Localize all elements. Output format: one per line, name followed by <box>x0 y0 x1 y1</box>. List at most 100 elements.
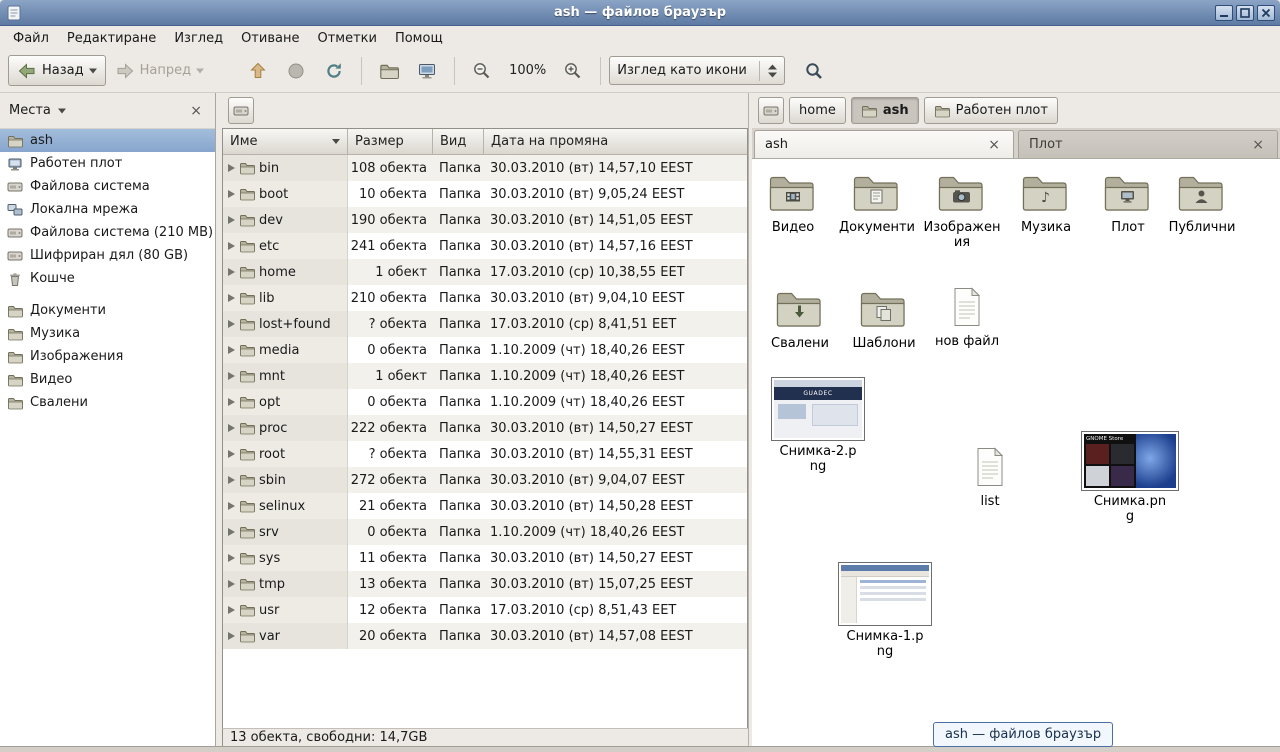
tree-row[interactable]: lib210 обектаПапка30.03.2010 (вт) 9,04,1… <box>223 285 747 311</box>
file-icon-item[interactable]: Снимка-1.png <box>843 562 927 660</box>
file-icon-item[interactable]: Изображения <box>920 171 1004 251</box>
file-icon-item[interactable]: GNOME StoreСнимка.png <box>1088 431 1172 525</box>
breadcrumb-root-button[interactable] <box>758 97 784 124</box>
menu-edit[interactable]: Редактиране <box>58 29 165 48</box>
tree-row[interactable]: srv0 обектаПапка1.10.2009 (чт) 18,40,26 … <box>223 519 747 545</box>
sidebar-item[interactable]: ash <box>0 129 215 152</box>
titlebar[interactable]: ash — файлов браузър <box>0 0 1280 26</box>
zoom-in-button[interactable] <box>554 55 592 86</box>
expander-icon[interactable] <box>228 502 235 510</box>
sidebar-close-button[interactable]: × <box>186 103 206 119</box>
column-header-modified[interactable]: Дата на промяна <box>484 129 747 155</box>
sidebar-item[interactable]: Работен плот <box>0 152 215 175</box>
sidebar-item[interactable]: Файлова система (210 MB) <box>0 221 215 244</box>
expander-icon[interactable] <box>228 580 235 588</box>
file-icon-item[interactable]: Шаблони <box>842 287 926 351</box>
back-button[interactable]: Назад <box>8 55 106 86</box>
tree-row[interactable]: root? обектаПапка30.03.2010 (вт) 14,55,3… <box>223 441 747 467</box>
tree-row[interactable]: proc222 обектаПапка30.03.2010 (вт) 14,50… <box>223 415 747 441</box>
sidebar-item[interactable]: Кошче <box>0 267 215 290</box>
tree-row[interactable]: lost+found? обектаПапка17.03.2010 (ср) 8… <box>223 311 747 337</box>
view-mode-select[interactable]: Изглед като икони <box>609 56 785 85</box>
menu-go[interactable]: Отиване <box>232 29 308 48</box>
file-icon-item[interactable]: list <box>948 447 1032 509</box>
sidebar-item[interactable]: Локална мрежа <box>0 198 215 221</box>
tab-plot[interactable]: Плот × <box>1018 130 1278 158</box>
expander-icon[interactable] <box>228 606 235 614</box>
menu-file[interactable]: Файл <box>4 29 58 48</box>
expander-icon[interactable] <box>228 476 235 484</box>
tree-row[interactable]: boot10 обектаПапка30.03.2010 (вт) 9,05,2… <box>223 181 747 207</box>
up-button[interactable] <box>239 55 277 86</box>
tree-row[interactable]: dev190 обектаПапка30.03.2010 (вт) 14,51,… <box>223 207 747 233</box>
stop-button[interactable] <box>277 55 315 86</box>
column-header-size[interactable]: Размер <box>348 129 433 155</box>
menu-bookmarks[interactable]: Отметки <box>308 29 385 48</box>
tree-row[interactable]: mnt1 обектПапка1.10.2009 (чт) 18,40,26 E… <box>223 363 747 389</box>
tree-row[interactable]: usr12 обектаПапка17.03.2010 (ср) 8,51,43… <box>223 597 747 623</box>
expander-icon[interactable] <box>228 424 235 432</box>
close-tab-icon[interactable]: × <box>1249 137 1267 153</box>
expander-icon[interactable] <box>228 528 235 536</box>
tree-row[interactable]: home1 обектПапка17.03.2010 (ср) 10,38,55… <box>223 259 747 285</box>
expander-icon[interactable] <box>228 164 235 172</box>
menu-view[interactable]: Изглед <box>165 29 232 48</box>
tree-row[interactable]: media0 обектаПапка1.10.2009 (чт) 18,40,2… <box>223 337 747 363</box>
expander-icon[interactable] <box>228 450 235 458</box>
reload-button[interactable] <box>315 55 353 86</box>
computer-button[interactable] <box>408 55 446 86</box>
sidebar-item[interactable]: Свалени <box>0 391 215 414</box>
file-icon-item[interactable]: GUADECСнимка-2.png <box>776 377 860 475</box>
expander-icon[interactable] <box>228 320 235 328</box>
sidebar-item[interactable]: Музика <box>0 322 215 345</box>
tree-row[interactable]: bin108 обектаПапка30.03.2010 (вт) 14,57,… <box>223 155 747 181</box>
file-icon-item[interactable]: Документи <box>835 171 919 235</box>
file-icon-item[interactable]: Видео <box>752 171 835 235</box>
tree-row[interactable]: tmp13 обектаПапка30.03.2010 (вт) 15,07,2… <box>223 571 747 597</box>
file-icon-item[interactable]: ♪Музика <box>1004 171 1088 235</box>
column-header-type[interactable]: Вид <box>433 129 484 155</box>
breadcrumb-desktop-button[interactable]: Работен плот <box>924 97 1058 124</box>
tree-row[interactable]: var20 обектаПапка30.03.2010 (вт) 14,57,0… <box>223 623 747 649</box>
tree-row[interactable]: opt0 обектаПапка1.10.2009 (чт) 18,40,26 … <box>223 389 747 415</box>
expander-icon[interactable] <box>228 554 235 562</box>
tree-row[interactable]: selinux21 обектаПапка30.03.2010 (вт) 14,… <box>223 493 747 519</box>
sidebar-item[interactable]: Шифриран дял (80 GB) <box>0 244 215 267</box>
tab-ash[interactable]: ash × <box>754 130 1014 158</box>
minimize-button[interactable] <box>1215 5 1233 21</box>
file-icon-item[interactable]: Свалени <box>758 287 842 351</box>
search-button[interactable] <box>795 55 833 86</box>
expander-icon[interactable] <box>228 216 235 224</box>
close-tab-icon[interactable]: × <box>985 137 1003 153</box>
close-button[interactable] <box>1257 5 1275 21</box>
sidebar-item[interactable]: Изображения <box>0 345 215 368</box>
menu-help[interactable]: Помощ <box>386 29 452 48</box>
maximize-button[interactable] <box>1236 5 1254 21</box>
sidebar-item[interactable]: Документи <box>0 299 215 322</box>
expander-icon[interactable] <box>228 372 235 380</box>
expander-icon[interactable] <box>228 632 235 640</box>
sidebar-item[interactable]: Файлова система <box>0 175 215 198</box>
home-button[interactable] <box>370 55 408 86</box>
tree-row[interactable]: etc241 обектаПапка30.03.2010 (вт) 14,57,… <box>223 233 747 259</box>
sidebar-item[interactable]: Видео <box>0 368 215 391</box>
expander-icon[interactable] <box>228 294 235 302</box>
icon-view[interactable]: ВидеоДокументиИзображения♪МузикаПлотПубл… <box>752 159 1280 746</box>
file-icon-item[interactable]: нов файл <box>925 287 1009 349</box>
expander-icon[interactable] <box>228 242 235 250</box>
sidebar-mode-select[interactable]: Места <box>9 103 66 118</box>
forward-button[interactable]: Напред <box>106 55 213 86</box>
file-icon-item[interactable]: Плот <box>1086 171 1170 235</box>
expander-icon[interactable] <box>228 346 235 354</box>
expander-icon[interactable] <box>228 268 235 276</box>
zoom-out-button[interactable] <box>463 55 501 86</box>
filesystem-breadcrumb-button[interactable] <box>228 97 254 124</box>
tree-row[interactable]: sbin272 обектаПапка30.03.2010 (вт) 9,04,… <box>223 467 747 493</box>
expander-icon[interactable] <box>228 398 235 406</box>
breadcrumb-ash-button[interactable]: ash <box>851 97 919 124</box>
breadcrumb-home-button[interactable]: home <box>789 97 846 124</box>
expander-icon[interactable] <box>228 190 235 198</box>
file-icon-item[interactable]: Публични <box>1160 171 1244 235</box>
column-header-name[interactable]: Име <box>223 129 348 155</box>
tree-row[interactable]: sys11 обектаПапка30.03.2010 (вт) 14,50,2… <box>223 545 747 571</box>
